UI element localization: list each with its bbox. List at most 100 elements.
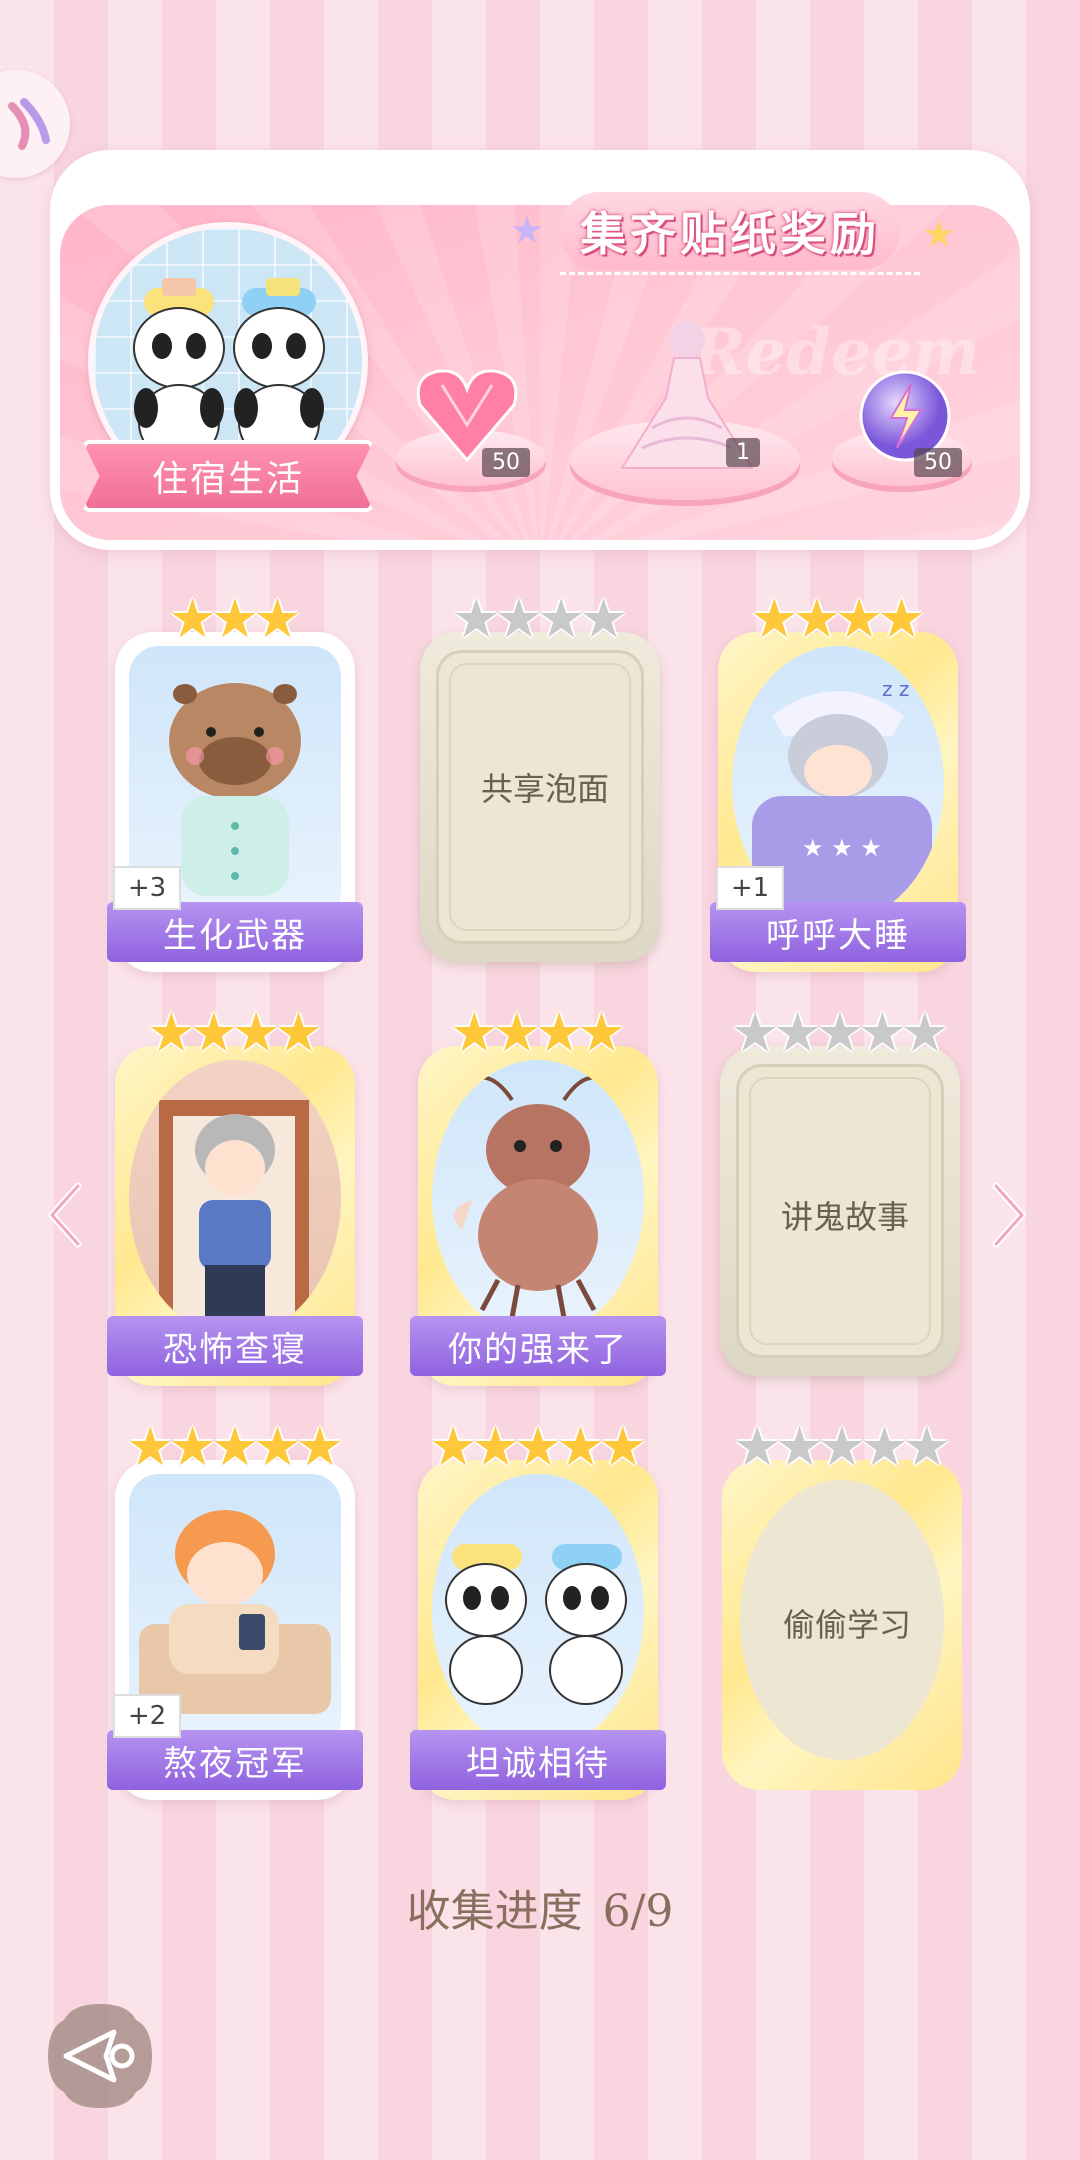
sticker-card-locked[interactable]: ★ ★ ★ ★ ★ 讲鬼故事: [720, 1006, 970, 1396]
star-sparkle-icon: ★: [922, 212, 957, 256]
star-icon: ★: [253, 1415, 302, 1478]
star-icon: ★: [579, 587, 628, 650]
star-icon: ★: [750, 587, 799, 650]
svg-text:z z: z z: [882, 677, 909, 701]
sticker-name-text: 呼呼大睡: [766, 915, 910, 956]
star-icon: ★: [598, 1415, 648, 1478]
star-rating: ★ ★ ★ ★ ★: [115, 1420, 355, 1474]
star-icon: ★: [817, 1415, 867, 1478]
pandas-shower-image: [432, 1474, 644, 1750]
sticker-frame: ★ ★ ★ z z 呼呼大睡: [710, 632, 966, 972]
sticker-card[interactable]: ★ ★ ★ ★ ★ ★ ★ z z 呼呼大睡 +1: [710, 592, 968, 982]
star-icon: ★: [125, 1415, 175, 1478]
star-icon: ★: [147, 1001, 196, 1064]
sticker-name-text: 坦诚相待: [466, 1743, 610, 1784]
sticker-name: 生化武器: [107, 902, 363, 962]
sticker-frame: 恐怖查寝: [107, 1046, 363, 1386]
progress-label: 收集进度: [406, 1886, 583, 1937]
star-icon: ★: [556, 1415, 605, 1478]
theme-label-text: 住宿生活: [151, 459, 304, 500]
star-icon: ★: [274, 1001, 323, 1064]
star-rating: ★ ★ ★ ★ ★: [418, 1420, 658, 1474]
star-icon: ★: [168, 1415, 217, 1478]
sticker-name: 恐怖查寝: [107, 1316, 363, 1376]
duplicate-count-badge: +1: [716, 866, 784, 910]
sticker-card-locked[interactable]: ★ ★ ★ ★ 共享泡面: [420, 592, 670, 982]
sticker-frame: 你的强来了: [410, 1046, 666, 1386]
duplicate-count-badge: +2: [113, 1694, 181, 1738]
reward-count: 50: [482, 448, 530, 477]
sticker-card[interactable]: ★ ★ ★ ★ 恐怖查寝: [107, 1006, 365, 1396]
sticker-name: 共享泡面: [480, 770, 609, 808]
star-icon: ★: [471, 1415, 520, 1478]
star-rating: ★ ★ ★ ★ ★: [720, 1006, 960, 1060]
star-icon: ★: [900, 1001, 950, 1064]
sticker-name-text: 你的强来了: [448, 1329, 628, 1370]
star-icon: ★: [232, 1001, 281, 1064]
sticker-name: 呼呼大睡: [710, 902, 966, 962]
reward-title: 集齐贴纸奖励: [560, 192, 900, 270]
star-icon: ★: [775, 1415, 824, 1478]
star-icon: ★: [189, 1001, 238, 1064]
sticker-card[interactable]: ★ ★ ★ 生化武器 +3: [107, 592, 365, 982]
star-icon: ★: [492, 1001, 541, 1064]
sticker-card[interactable]: ★ ★ ★ ★ 你的强来了: [410, 1006, 668, 1396]
star-icon: ★: [577, 1001, 626, 1064]
sticker-name: 你的强来了: [410, 1316, 666, 1376]
sticker-name: 讲鬼故事: [780, 1198, 909, 1236]
star-sparkle-icon: ★: [510, 208, 545, 252]
star-icon: ★: [494, 587, 543, 650]
sticker-frame: 熬夜冠军: [107, 1460, 363, 1800]
star-icon: ★: [732, 1415, 782, 1478]
sticker-name-text: 恐怖查寝: [163, 1329, 307, 1370]
star-icon: ★: [858, 1001, 907, 1064]
star-rating: ★ ★ ★ ★: [115, 1006, 355, 1060]
star-icon: ★: [535, 1001, 584, 1064]
star-icon: ★: [210, 587, 260, 650]
sticker-name-text: 生化武器: [163, 915, 307, 956]
duplicate-count-badge: +3: [113, 866, 181, 910]
star-icon: ★: [860, 1415, 909, 1478]
sticker-name: 熬夜冠军: [107, 1730, 363, 1790]
sticker-frame: 生化武器: [107, 632, 363, 972]
star-icon: ★: [295, 1415, 345, 1478]
back-button[interactable]: [44, 2000, 156, 2112]
collection-progress: 收集进度 6/9: [0, 1875, 1080, 1939]
title-divider: [560, 272, 920, 275]
star-icon: ★: [428, 1415, 478, 1478]
svg-text:★ ★ ★: ★ ★ ★: [802, 834, 882, 862]
star-icon: ★: [730, 1001, 780, 1064]
cockroach-image: [432, 1060, 644, 1336]
reward-count: 50: [914, 448, 962, 477]
star-icon: ★: [537, 587, 586, 650]
sticker-name-text: 熬夜冠军: [163, 1743, 307, 1784]
star-icon: ★: [902, 1415, 952, 1478]
star-rating: ★ ★ ★ ★: [418, 1006, 658, 1060]
dorm-auntie-image: [129, 1060, 341, 1336]
sticker-frame: 坦诚相待: [410, 1460, 666, 1800]
star-icon: ★: [168, 587, 217, 650]
sticker-name: 坦诚相待: [410, 1730, 666, 1790]
star-icon: ★: [773, 1001, 822, 1064]
star-rating: ★ ★ ★ ★: [420, 592, 660, 646]
sticker-card[interactable]: ★ ★ ★ ★ ★ 坦诚相待: [410, 1420, 668, 1810]
star-icon: ★: [452, 587, 501, 650]
star-icon: ★: [253, 587, 302, 650]
star-icon: ★: [815, 1001, 865, 1064]
theme-label: 住宿生活: [82, 440, 374, 512]
chevron-left-icon[interactable]: [44, 1180, 84, 1250]
star-icon: ★: [450, 1001, 499, 1064]
sticker-card[interactable]: ★ ★ ★ ★ ★ 熬夜冠军 +2: [107, 1420, 365, 1810]
star-rating: ★ ★ ★: [115, 592, 355, 646]
progress-value: 6/9: [602, 1886, 674, 1937]
chevron-right-icon[interactable]: [990, 1180, 1030, 1250]
star-icon: ★: [792, 587, 841, 650]
reward-count: 1: [726, 438, 760, 467]
star-icon: ★: [513, 1415, 563, 1478]
sticker-name: 偷偷学习: [782, 1606, 911, 1644]
reward-title-text: 集齐贴纸奖励: [580, 207, 880, 261]
star-rating: ★ ★ ★ ★: [718, 592, 958, 646]
sticker-card-locked[interactable]: ★ ★ ★ ★ ★ 偷偷学习: [722, 1420, 972, 1810]
star-rating: ★ ★ ★ ★ ★: [722, 1420, 962, 1474]
star-icon: ★: [210, 1415, 260, 1478]
